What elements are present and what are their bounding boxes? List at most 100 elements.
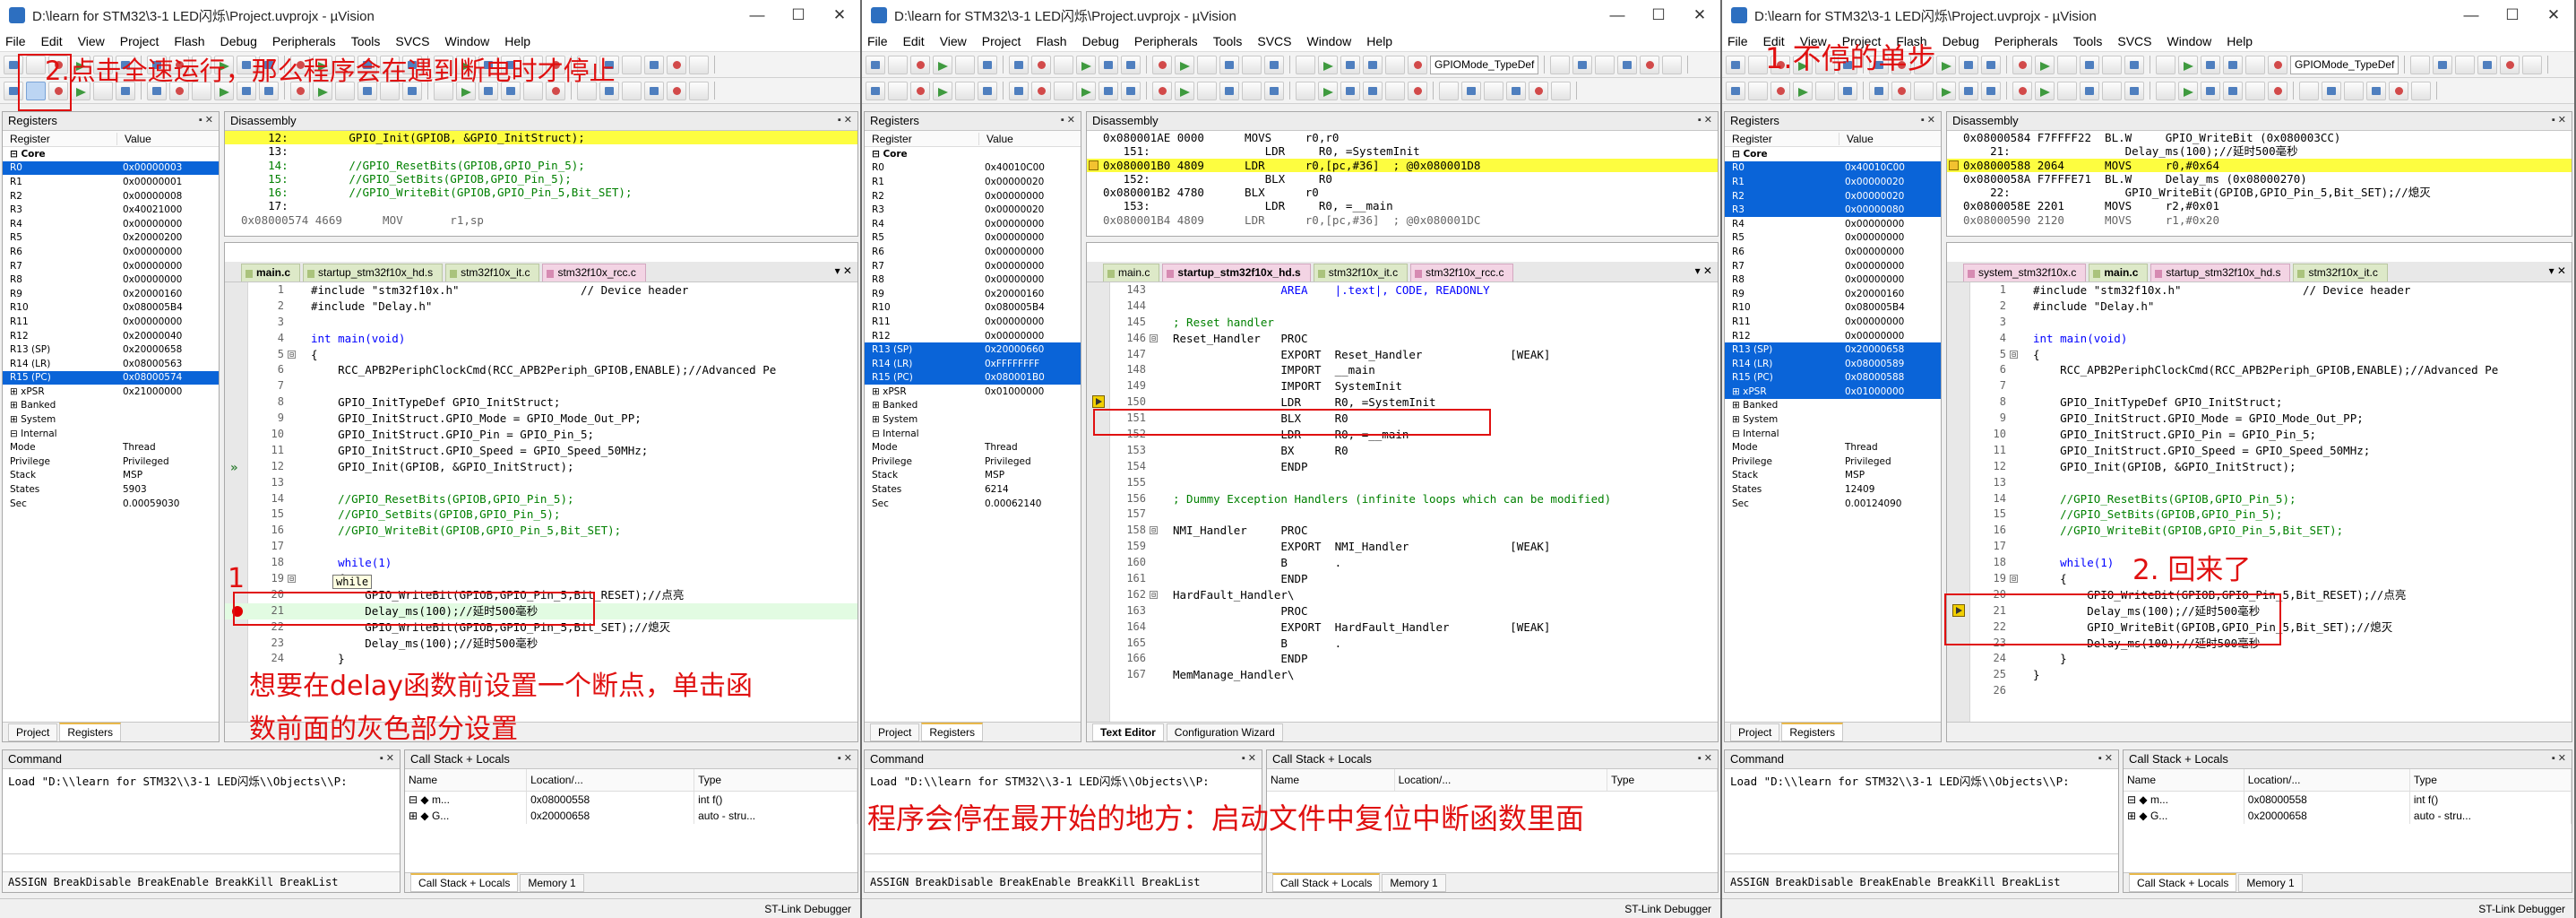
menu-item-file[interactable]: File (5, 34, 26, 48)
menu-item-help[interactable]: Help (504, 34, 530, 48)
toolbar-button-icon[interactable] (1152, 55, 1172, 74)
register-row[interactable]: R7 0x00000000 (1725, 259, 1941, 273)
code-line[interactable]: 12 GPIO_Init(GPIOB, &GPIO_InitStruct); (1947, 459, 2572, 475)
file-tab[interactable]: stm32f10x_it.c (2293, 264, 2388, 281)
panel-pin-close-icon[interactable]: ▪ ✕ (1921, 114, 1935, 126)
register-row[interactable]: R0 0x40010C00 (865, 161, 1081, 176)
disassembly-line[interactable]: 22: GPIO_WriteBit(GPIOB,GPIO_Pin_5,Bit_S… (1947, 186, 2572, 199)
register-row[interactable]: R4 0x00000000 (3, 217, 219, 231)
code-line[interactable]: 18 while(1) (225, 555, 857, 571)
toolbar-button-icon[interactable] (888, 55, 908, 74)
tab-dropdown-close-icon[interactable]: ▾ ✕ (1695, 264, 1712, 277)
tab-project[interactable]: Project (1730, 723, 1780, 741)
command-input[interactable] (1725, 853, 2118, 871)
disassembly-line[interactable]: 14: //GPIO_ResetBits(GPIOB,GPIO_Pin_5); (225, 159, 857, 172)
register-row[interactable]: R6 0x00000000 (865, 245, 1081, 259)
code-line[interactable]: 154 ENDP (1087, 459, 1718, 475)
function-selector[interactable]: GPIOMode_TypeDef (2290, 55, 2399, 74)
register-row[interactable]: R5 0x20000200 (3, 231, 219, 246)
register-row[interactable]: R9 0x20000160 (3, 287, 219, 301)
toolbar-button-icon[interactable] (933, 55, 952, 74)
toolbar-button-icon[interactable] (1550, 55, 1571, 74)
register-row[interactable]: States 6214 (865, 482, 1081, 497)
menu-item-edit[interactable]: Edit (903, 34, 925, 48)
code-line[interactable]: 158 ⊟ NMI_Handler PROC (1087, 523, 1718, 539)
fold-toggle-icon[interactable]: ⊟ (1150, 590, 1158, 599)
toolbar-button-icon[interactable] (2322, 81, 2341, 100)
maximize-icon[interactable]: ☐ (1638, 6, 1679, 24)
panel-pin-close-icon[interactable]: ▪ ✕ (1061, 114, 1075, 126)
toolbar-button-icon[interactable] (2411, 81, 2431, 100)
code-line[interactable]: 146 ⊟ Reset_Handler PROC (1087, 331, 1718, 347)
column-header[interactable]: Name (2124, 769, 2244, 792)
code-line[interactable]: 153 BX R0 (1087, 443, 1718, 459)
code-line[interactable]: 7 (225, 378, 857, 394)
tab-memory[interactable]: Memory 1 (2238, 873, 2303, 892)
maximize-icon[interactable]: ☐ (2492, 6, 2533, 24)
register-row[interactable]: R14 (LR) 0x08000589 (1725, 356, 1941, 371)
register-row[interactable]: ⊞ Banked (3, 399, 219, 413)
toolbar-button-icon[interactable] (1031, 81, 1051, 100)
tab-editor-mode[interactable]: Text Editor (1092, 723, 1164, 741)
toolbar-button-icon[interactable] (1363, 55, 1383, 74)
register-row[interactable]: R4 0x00000000 (1725, 217, 1941, 231)
code-line[interactable]: 6 RCC_APB2PeriphClockCmd(RCC_APB2Periph_… (1947, 362, 2572, 378)
disassembly-line[interactable]: 0x0800058A F7FFFE71 BL.W Delay_ms (0x080… (1947, 172, 2572, 186)
code-line[interactable]: 161 ENDP (1087, 571, 1718, 587)
disassembly-line[interactable]: 0x08000574 4669 MOV r1,sp (225, 213, 857, 227)
disassembly-line[interactable]: 0x08000584 F7FFFF22 BL.W GPIO_WriteBit (… (1947, 131, 2572, 144)
maximize-icon[interactable]: ☐ (778, 6, 819, 24)
disassembly-line[interactable]: 0x080001B0 4809 LDR r0,[pc,#36] ; @0x080… (1087, 158, 1718, 172)
toolbar-button-icon[interactable] (1296, 55, 1315, 74)
tab-registers[interactable]: Registers (59, 723, 122, 741)
code-line[interactable]: 143 AREA |.text|, CODE, READONLY (1087, 282, 1718, 299)
toolbar-button-icon[interactable] (1152, 81, 1172, 100)
code-line[interactable]: 1 #include "stm32f10x.h" // Device header (1947, 282, 2572, 299)
disassembly-line[interactable]: 0x08000590 2120 MOVS r1,#0x20 (1947, 213, 2572, 227)
toolbar-button-icon[interactable] (1551, 81, 1571, 100)
menu-item-peripherals[interactable]: Peripherals (1134, 34, 1198, 48)
code-line[interactable]: 1 #include "stm32f10x.h" // Device header (225, 282, 857, 299)
register-row[interactable]: R10 0x080005B4 (1725, 301, 1941, 316)
disassembly-line[interactable]: 21: Delay_ms(100);//延时500毫秒 (1947, 144, 2572, 158)
disassembly-line[interactable]: 0x080001B4 4809 LDR r0,[pc,#36] ; @0x080… (1087, 213, 1718, 227)
register-row[interactable]: R11 0x00000000 (1725, 315, 1941, 329)
code-line[interactable]: 165 B . (1087, 636, 1718, 652)
register-row[interactable]: Privilege Privileged (865, 455, 1081, 469)
code-line[interactable]: 167 MemManage_Handler\ (1087, 667, 1718, 683)
menu-item-window[interactable]: Window (2167, 34, 2212, 48)
toolbar-button-icon[interactable] (1936, 55, 1956, 74)
register-row[interactable]: R2 0x00000020 (1725, 188, 1941, 204)
fold-toggle-icon[interactable]: ⊟ (2010, 350, 2018, 359)
register-row[interactable]: ⊟ Core (1725, 147, 1941, 161)
toolbar-button-icon[interactable] (955, 55, 975, 74)
toolbar-button-icon[interactable] (1197, 55, 1217, 74)
code-line[interactable]: 4 int main(void) (1947, 331, 2572, 347)
code-line[interactable]: 13 (225, 475, 857, 491)
toolbar-button-icon[interactable] (955, 81, 975, 100)
toolbar-button-icon[interactable] (2223, 81, 2243, 100)
toolbar-button-icon[interactable] (2102, 55, 2122, 74)
toolbar-button-icon[interactable] (910, 55, 930, 74)
toolbar-button-icon[interactable] (667, 81, 686, 100)
register-row[interactable]: ⊟ Internal (865, 427, 1081, 441)
toolbar-button-icon[interactable] (1242, 55, 1262, 74)
code-line[interactable]: 10 GPIO_InitStruct.GPIO_Pin = GPIO_Pin_5… (1947, 427, 2572, 443)
panel-pin-close-icon[interactable]: ▪ ✕ (1698, 114, 1712, 126)
column-header[interactable]: Location/... (1394, 769, 1608, 792)
toolbar-button-icon[interactable] (1121, 55, 1141, 74)
fold-toggle-icon[interactable]: ⊟ (288, 575, 296, 584)
toolbar-button-icon[interactable] (2102, 81, 2122, 100)
minimize-icon[interactable]: — (1597, 6, 1638, 24)
file-tab[interactable]: startup_stm32f10x_hd.s (1162, 264, 1311, 281)
panel-pin-close-icon[interactable]: ▪ ✕ (2098, 752, 2113, 764)
menu-item-tools[interactable]: Tools (351, 34, 381, 48)
toolbar-button-icon[interactable] (1981, 55, 2001, 74)
menu-item-help[interactable]: Help (2227, 34, 2253, 48)
toolbar-button-icon[interactable] (1098, 55, 1118, 74)
close-icon[interactable]: ✕ (2533, 6, 2574, 24)
toolbar-button-icon[interactable] (2366, 81, 2386, 100)
register-row[interactable]: R1 0x00000020 (865, 175, 1081, 189)
close-icon[interactable]: ✕ (819, 6, 860, 24)
menu-item-debug[interactable]: Debug (1082, 34, 1119, 48)
